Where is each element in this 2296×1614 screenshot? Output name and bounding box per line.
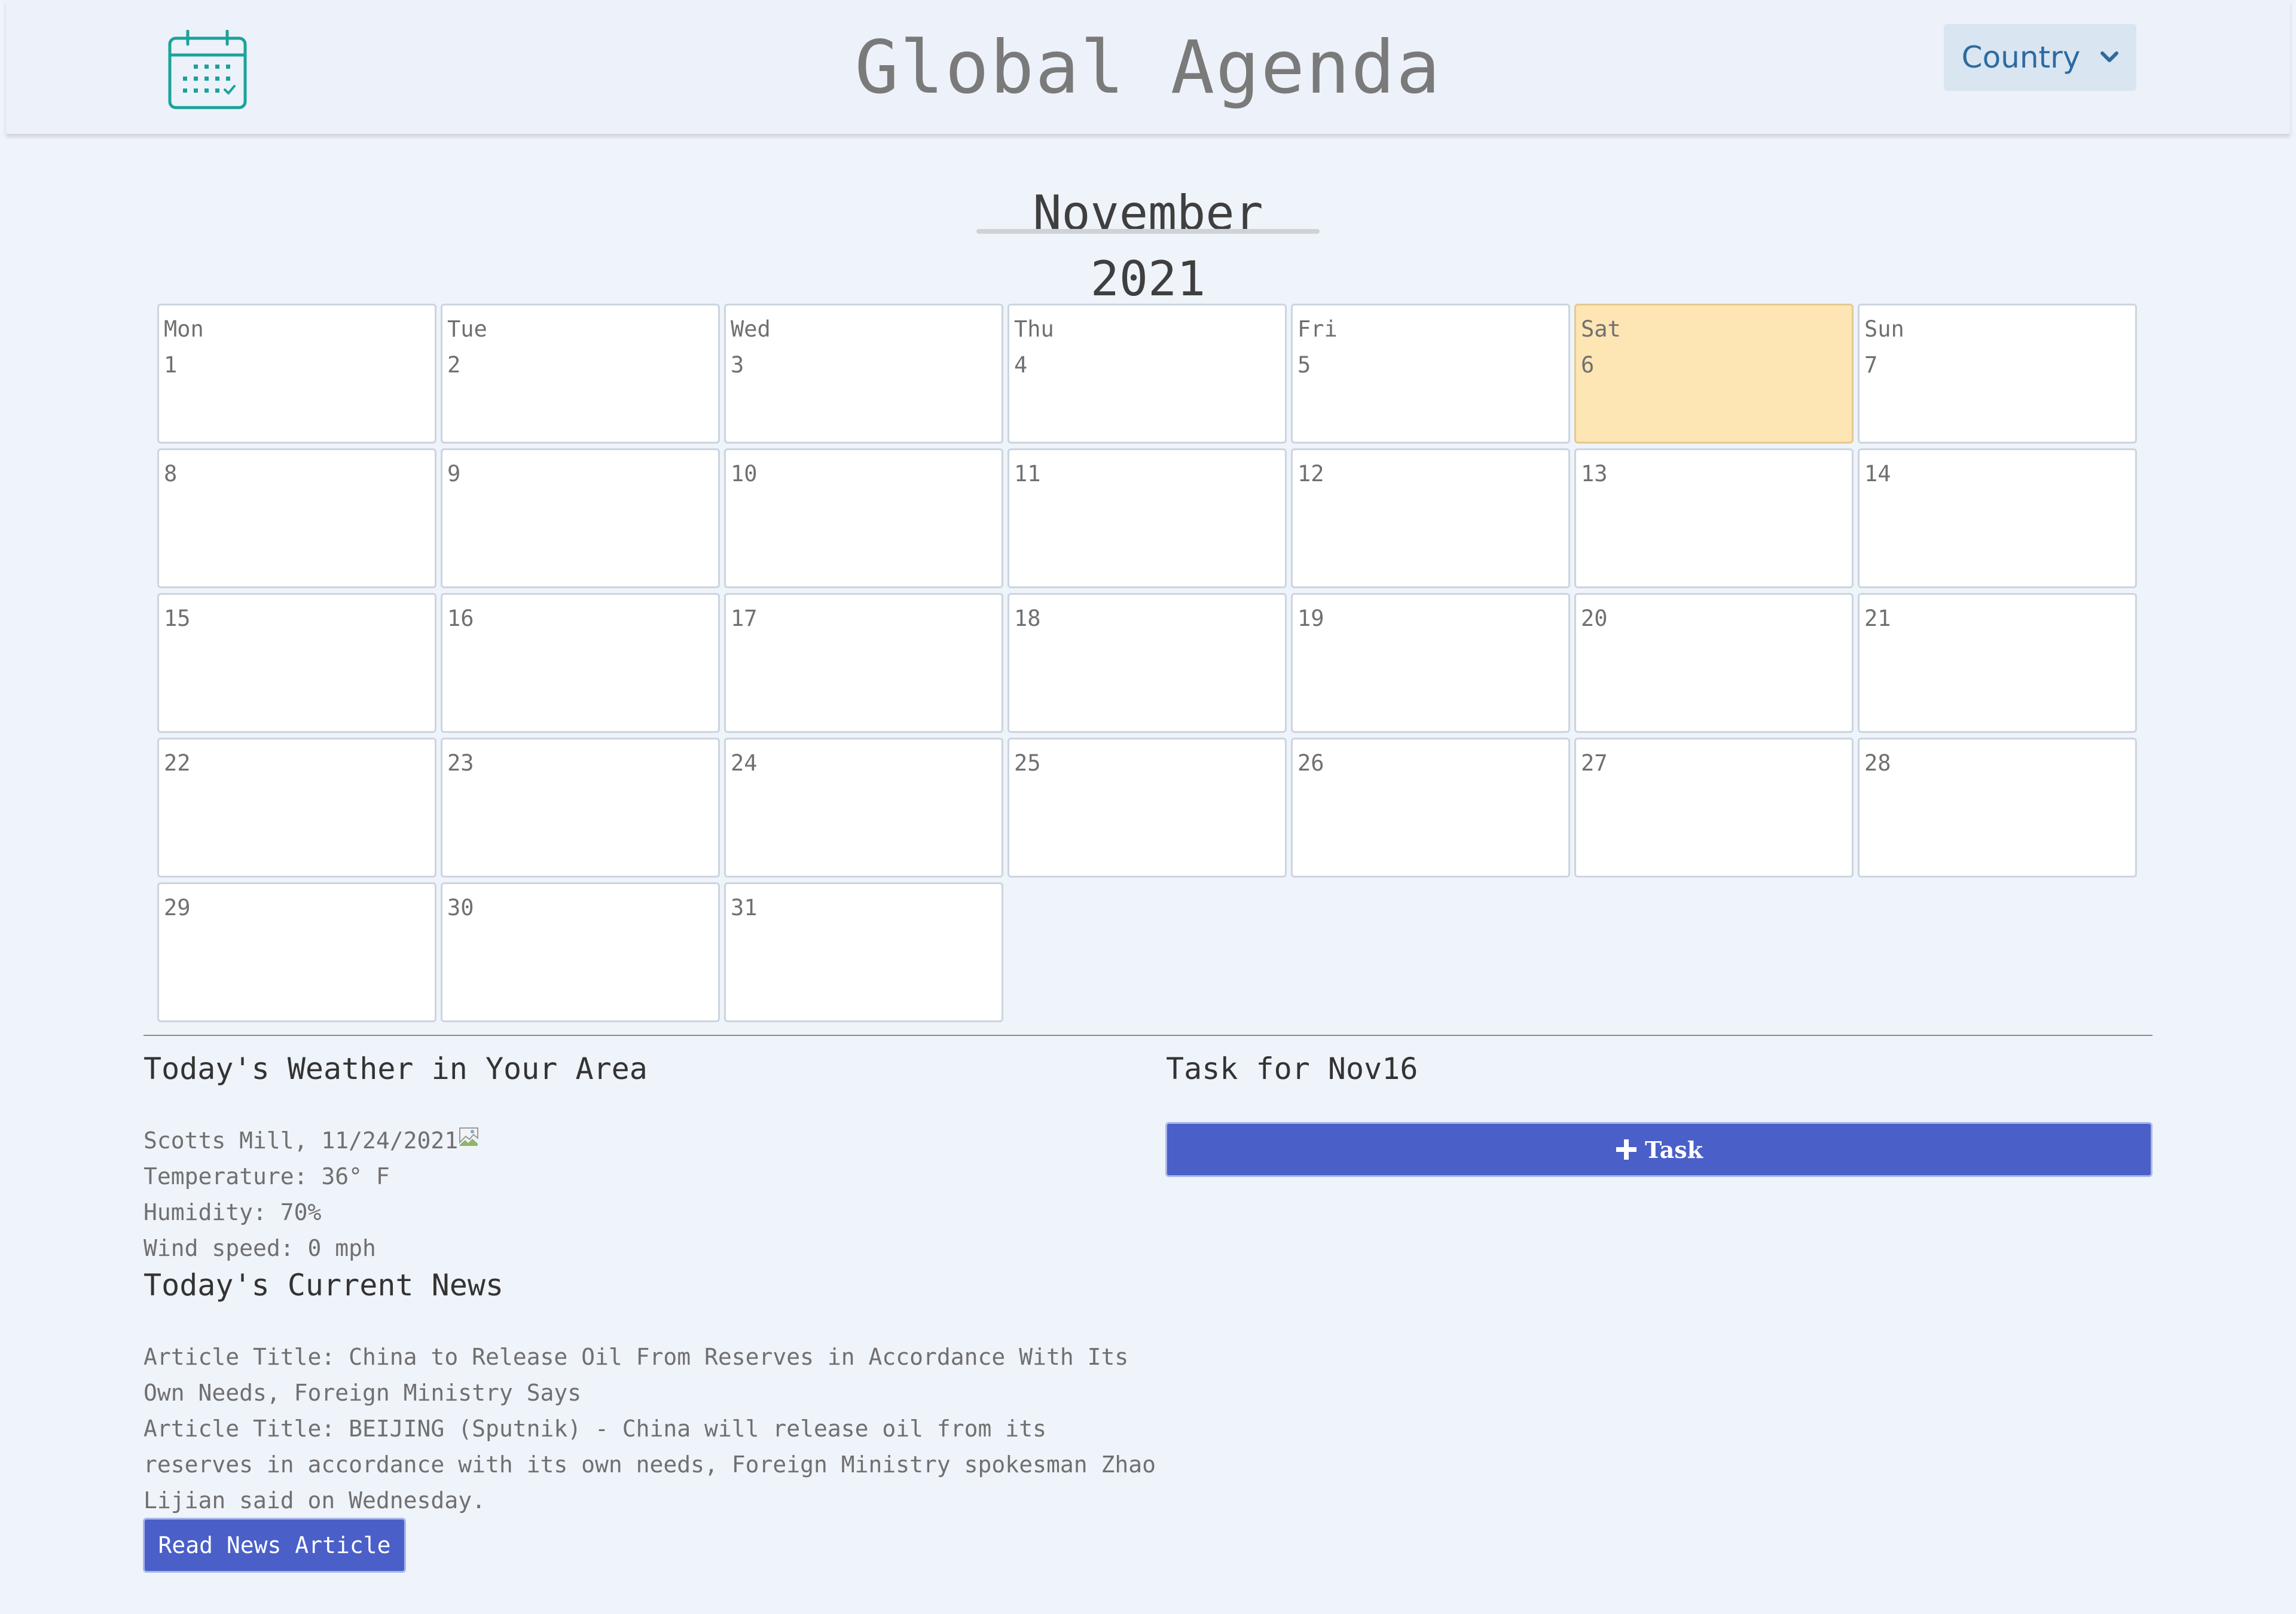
calendar-day-cell[interactable]: 28: [1858, 738, 2137, 878]
news-article-summary: Article Title: BEIJING (Sputnik) - China…: [144, 1416, 1156, 1514]
day-number: 2: [447, 352, 461, 378]
calendar-day-cell[interactable]: Sat 6: [1574, 304, 1854, 444]
day-number: 7: [1864, 352, 1878, 378]
calendar-day-cell[interactable]: 18: [1007, 593, 1287, 733]
day-number: 19: [1297, 606, 1324, 631]
day-number: 31: [731, 895, 758, 921]
day-number: 4: [1014, 352, 1028, 378]
calendar-day-cell[interactable]: 25: [1007, 738, 1287, 878]
calendar-day-cell[interactable]: 12: [1291, 448, 1570, 588]
day-number: 17: [731, 606, 758, 631]
day-number: 10: [731, 461, 758, 487]
day-number: 21: [1864, 606, 1891, 631]
add-task-label: Task: [1645, 1136, 1703, 1163]
day-number: 8: [164, 461, 178, 487]
day-number: 9: [447, 461, 461, 487]
calendar-day-cell[interactable]: 20: [1574, 593, 1854, 733]
calendar-day-cell[interactable]: Fri 5: [1291, 304, 1570, 444]
calendar-day-cell[interactable]: 30: [441, 882, 720, 1022]
calendar-day-cell[interactable]: Thu 4: [1007, 304, 1287, 444]
calendar-day-cell[interactable]: 22: [157, 738, 436, 878]
day-number: 14: [1864, 461, 1891, 487]
broken-image-icon: [459, 1127, 479, 1146]
calendar-day-cell[interactable]: 27: [1574, 738, 1854, 878]
day-number: 15: [164, 606, 191, 631]
calendar-day-cell[interactable]: 17: [724, 593, 1003, 733]
day-number: 1: [164, 352, 178, 378]
calendar-day-cell[interactable]: Mon 1: [157, 304, 436, 444]
calendar-day-cell[interactable]: Wed 3: [724, 304, 1003, 444]
weekday-name: Sat: [1581, 316, 1621, 342]
weekday-name: Thu: [1014, 316, 1054, 342]
day-number: 23: [447, 750, 474, 776]
calendar-day-cell[interactable]: 23: [441, 738, 720, 878]
weekday-name: Sun: [1864, 316, 1904, 342]
plus-icon: [1616, 1139, 1636, 1160]
calendar-day-cell[interactable]: 14: [1858, 448, 2137, 588]
read-news-article-button[interactable]: Read News Article: [143, 1518, 406, 1573]
weather-location-date: Scotts Mill, 11/24/2021: [144, 1127, 459, 1154]
day-number: 25: [1014, 750, 1041, 776]
day-number: 13: [1581, 461, 1608, 487]
calendar-day-cell[interactable]: 9: [441, 448, 720, 588]
calendar-day-cell[interactable]: Sun 7: [1858, 304, 2137, 444]
calendar-day-cell[interactable]: 16: [441, 593, 720, 733]
weather-location-line: Scotts Mill, 11/24/2021: [144, 1123, 480, 1158]
weather-wind-speed: Wind speed: 0 mph: [144, 1235, 376, 1261]
calendar-grid: Mon 1 Tue 2 Wed 3 Thu 4 Fri 5 Sat 6 Sun 7 8 9 10 11 12 13 14…: [157, 304, 2137, 1022]
day-number: 27: [1581, 750, 1608, 776]
day-number: 18: [1014, 606, 1041, 631]
calendar-day-cell[interactable]: 26: [1291, 738, 1570, 878]
calendar-day-cell[interactable]: 24: [724, 738, 1003, 878]
calendar-day-cell[interactable]: 11: [1007, 448, 1287, 588]
calendar-day-cell[interactable]: Tue 2: [441, 304, 720, 444]
weekday-name: Wed: [731, 316, 771, 342]
day-number: 20: [1581, 606, 1608, 631]
calendar-day-cell[interactable]: 10: [724, 448, 1003, 588]
day-number: 24: [731, 750, 758, 776]
day-number: 30: [447, 895, 474, 921]
weather-section-title: Today's Weather in Your Area: [144, 1051, 648, 1086]
calendar-day-cell[interactable]: 29: [157, 882, 436, 1022]
day-number: 16: [447, 606, 474, 631]
day-number: 12: [1297, 461, 1324, 487]
weather-panel: Scotts Mill, 11/24/2021 Temperature: 36°…: [144, 1123, 480, 1266]
day-number: 26: [1297, 750, 1324, 776]
day-number: 11: [1014, 461, 1041, 487]
day-number: 22: [164, 750, 191, 776]
weekday-name: Mon: [164, 316, 204, 342]
news-section-title: Today's Current News: [144, 1268, 504, 1303]
calendar-day-cell[interactable]: 21: [1858, 593, 2137, 733]
month-title: November 2021: [1033, 185, 1263, 307]
weekday-name: Fri: [1297, 316, 1338, 342]
weather-temperature: Temperature: 36° F: [144, 1163, 390, 1190]
calendar-day-cell[interactable]: 15: [157, 593, 436, 733]
news-panel: Article Title: China to Release Oil From…: [144, 1339, 1160, 1518]
chevron-down-icon: [2100, 51, 2119, 62]
site-header: Global Agenda Country: [6, 0, 2290, 134]
calendar-day-cell[interactable]: 19: [1291, 593, 1570, 733]
day-number: 3: [731, 352, 744, 378]
weather-humidity: Humidity: 70%: [144, 1199, 322, 1225]
country-button-label: Country: [1961, 40, 2081, 75]
section-divider: [144, 1035, 2152, 1036]
add-task-button[interactable]: Task: [1165, 1122, 2152, 1177]
calendar-day-cell[interactable]: 31: [724, 882, 1003, 1022]
task-section-title: Task for Nov16: [1166, 1051, 1418, 1086]
day-number: 29: [164, 895, 191, 921]
weekday-name: Tue: [447, 316, 487, 342]
calendar-day-cell[interactable]: 8: [157, 448, 436, 588]
news-article-title: Article Title: China to Release Oil From…: [144, 1344, 1129, 1406]
day-number: 6: [1581, 352, 1595, 378]
month-title-underline: [976, 229, 1320, 234]
day-number: 5: [1297, 352, 1311, 378]
calendar-day-cell[interactable]: 13: [1574, 448, 1854, 588]
country-dropdown-button[interactable]: Country: [1944, 24, 2136, 91]
day-number: 28: [1864, 750, 1891, 776]
